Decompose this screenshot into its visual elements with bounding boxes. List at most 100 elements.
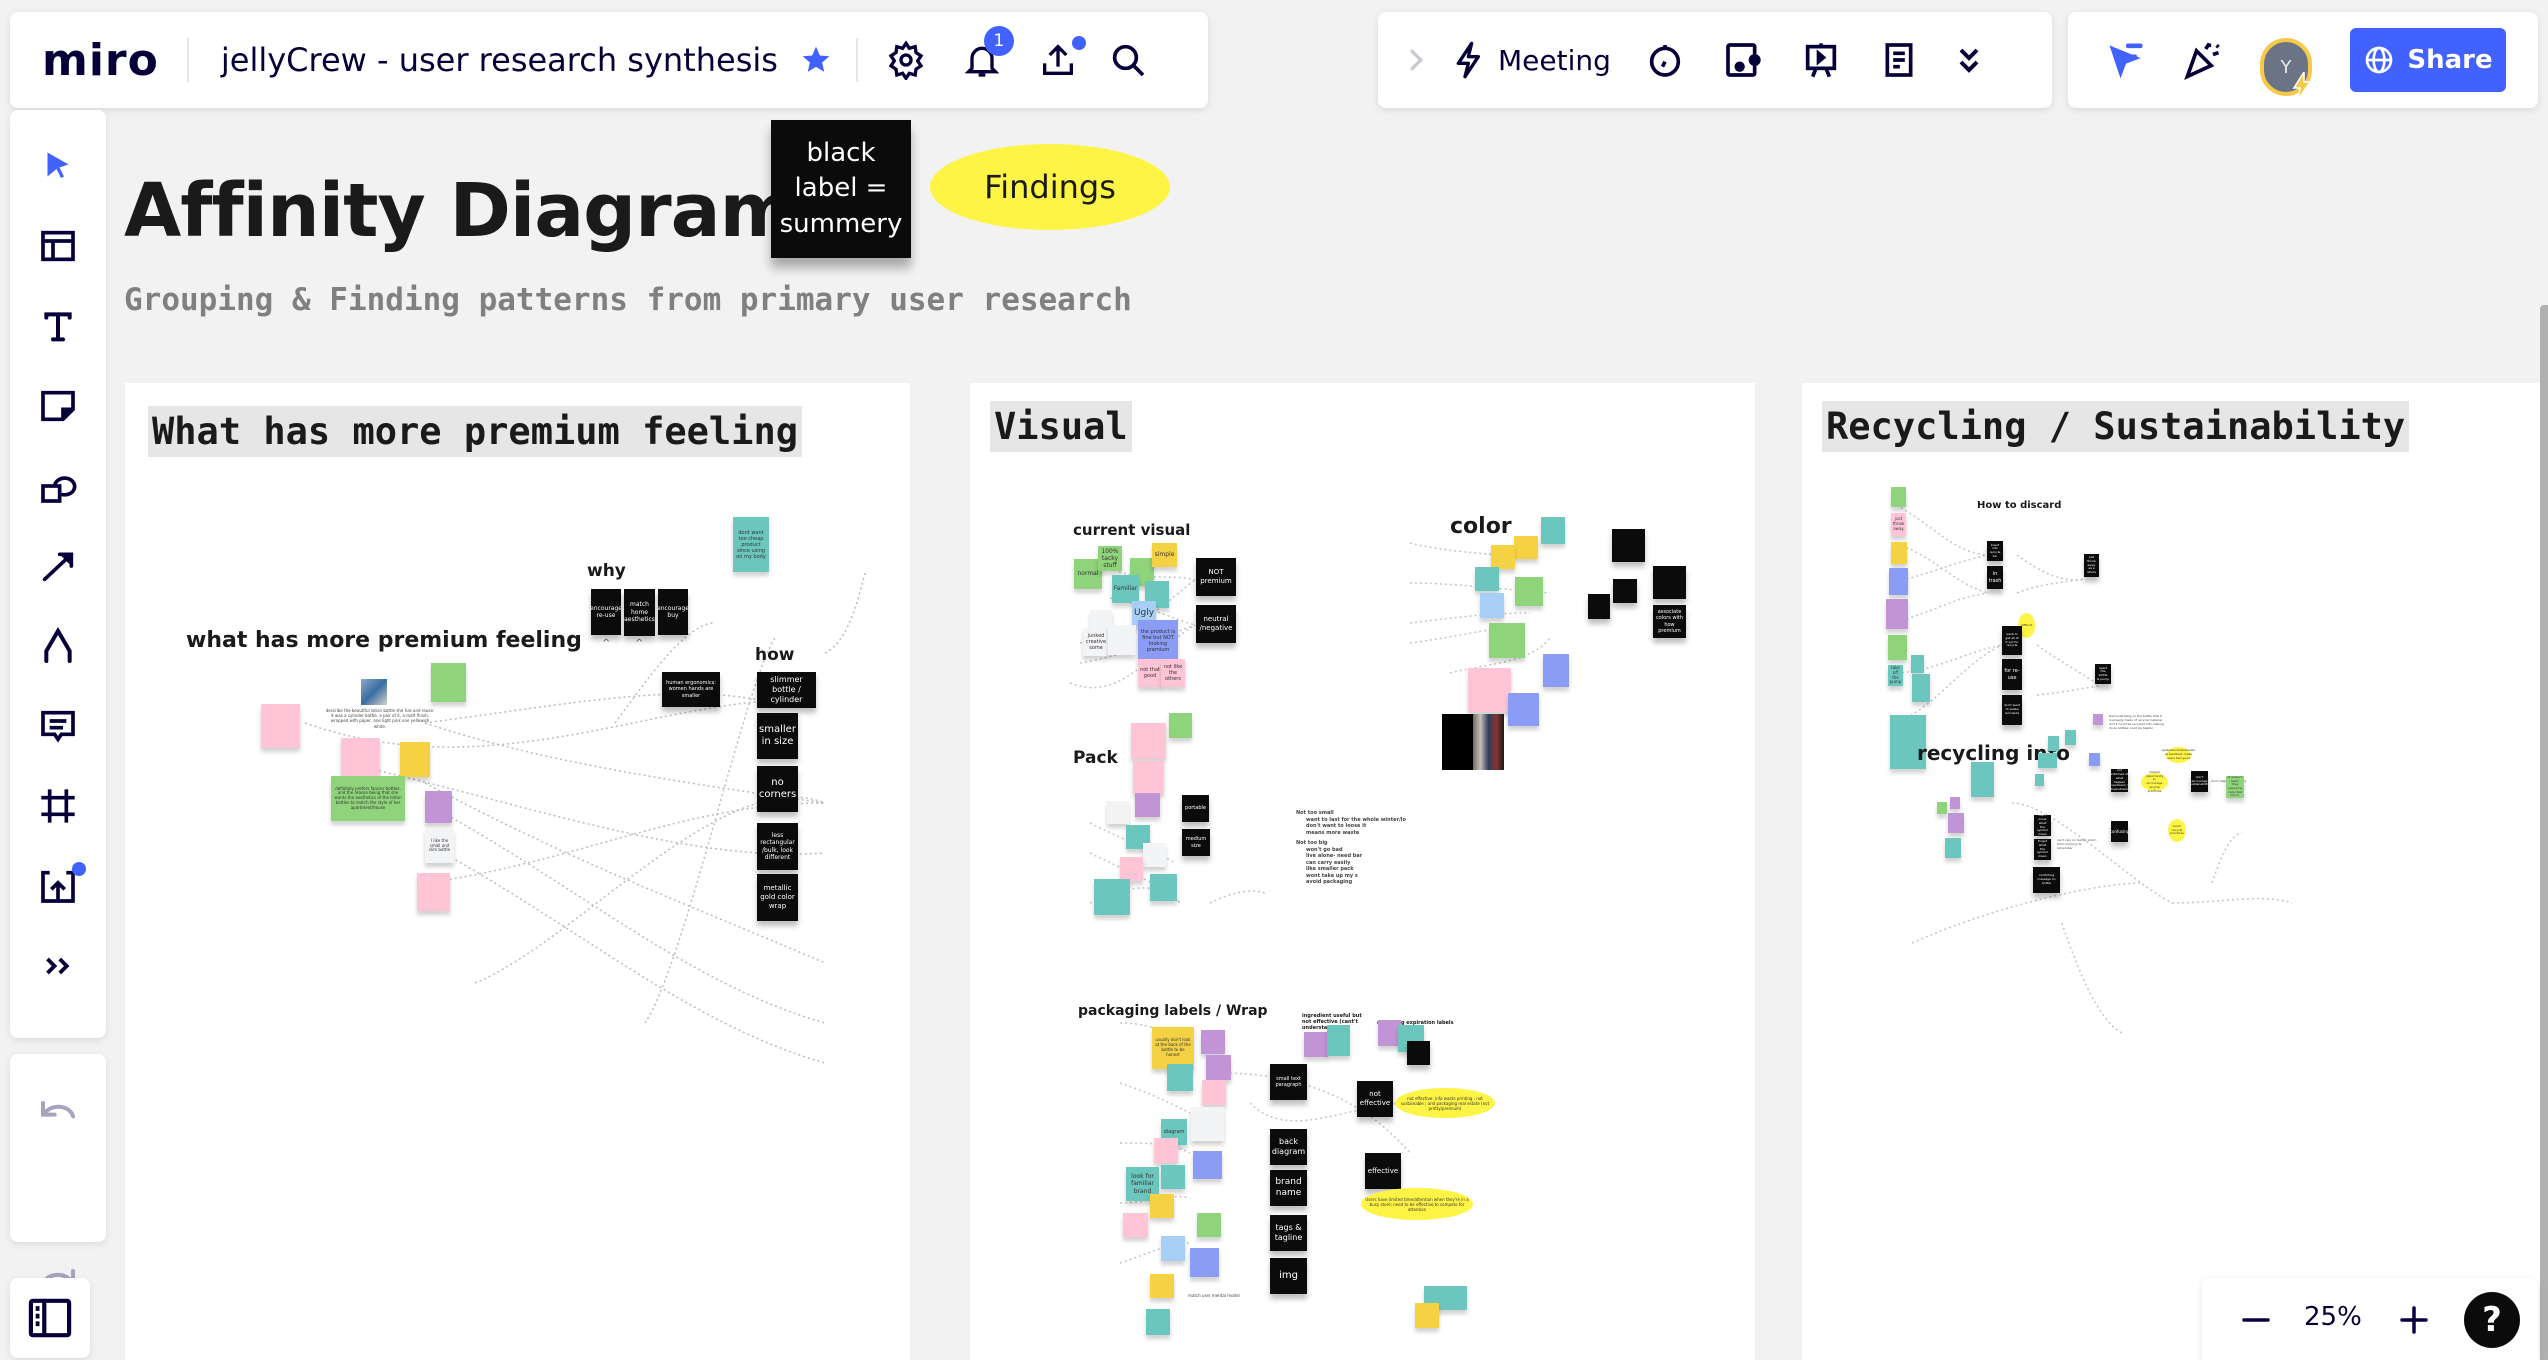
- finding-ellipse[interactable]: upstream/downstream as feedback make use…: [2162, 747, 2195, 763]
- sticky-note[interactable]: the product is fine but NOT looking prem…: [1138, 620, 1178, 662]
- summary-label[interactable]: insert into recycle bin: [1987, 541, 2003, 561]
- summary-label[interactable]: small text paragraph: [1270, 1064, 1307, 1100]
- sticky-note[interactable]: [1193, 1151, 1222, 1179]
- finding-ellipse[interactable]: not effective: info waste printing ; not…: [1395, 1088, 1495, 1118]
- sticky-note[interactable]: I like the small and slim bottle: [425, 829, 454, 863]
- sticky-note[interactable]: [1191, 1107, 1224, 1141]
- sticky-note[interactable]: [1131, 723, 1166, 759]
- sticky-note[interactable]: [1201, 1030, 1225, 1054]
- chevrons-down-icon[interactable]: [1957, 44, 1981, 76]
- sticky-note[interactable]: [2093, 714, 2103, 725]
- sticky-note[interactable]: [1169, 713, 1192, 738]
- sticky-note[interactable]: [2035, 774, 2044, 786]
- summary-label[interactable]: encourage buy: [658, 589, 688, 635]
- summary-label[interactable]: [1613, 579, 1637, 603]
- summary-label[interactable]: back diagram: [1270, 1129, 1307, 1165]
- tool-upload[interactable]: [10, 846, 106, 926]
- summary-label[interactable]: slimmer bottle / cylinder: [757, 672, 816, 708]
- sticky-note[interactable]: [1475, 567, 1499, 591]
- summary-label[interactable]: conflicting message on bottle: [2033, 867, 2060, 893]
- zoom-level[interactable]: 25%: [2304, 1302, 2362, 1332]
- sticky-note[interactable]: [1491, 545, 1515, 569]
- video-icon[interactable]: [1723, 39, 1763, 81]
- sticky-note[interactable]: [1133, 761, 1164, 794]
- frame-recycling[interactable]: Recycling / Sustainability How to discar…: [1802, 383, 2548, 1360]
- sticky-note[interactable]: [1190, 1248, 1219, 1277]
- summary-label[interactable]: no corners: [757, 766, 798, 812]
- sticky-note[interactable]: [1971, 762, 1994, 797]
- bell-icon[interactable]: 1: [962, 26, 1014, 80]
- sticky-note[interactable]: [1161, 1236, 1185, 1261]
- sticky-note[interactable]: [1937, 802, 1947, 814]
- zoom-in-button[interactable]: [2394, 1300, 2434, 1340]
- sticky-note[interactable]: take off the pump: [1888, 665, 1903, 686]
- summary-label[interactable]: portable: [1182, 795, 1209, 822]
- sticky-note[interactable]: [1945, 838, 1961, 858]
- help-button[interactable]: ?: [2464, 1292, 2520, 1348]
- sticky-note[interactable]: [1514, 536, 1538, 559]
- meeting-button[interactable]: Meeting: [1450, 38, 1611, 82]
- summary-label[interactable]: [1588, 594, 1610, 619]
- summary-label[interactable]: not effective: [1357, 1081, 1393, 1117]
- sticky-note[interactable]: [1543, 654, 1569, 687]
- search-icon[interactable]: [1108, 40, 1148, 80]
- vertical-scrollbar[interactable]: [2540, 305, 2548, 1360]
- share-button[interactable]: Share: [2350, 28, 2506, 92]
- presentation-icon[interactable]: [1801, 39, 1841, 81]
- tool-comment[interactable]: [10, 686, 106, 766]
- sticky-note[interactable]: [1202, 1080, 1226, 1105]
- sticky-note[interactable]: [1197, 1213, 1221, 1237]
- sticky-note[interactable]: [2065, 730, 2076, 745]
- sticky-note[interactable]: [1891, 487, 1906, 507]
- sticky-note[interactable]: [1889, 568, 1908, 595]
- summary-label[interactable]: want to get all of it out for recycle: [2002, 626, 2022, 655]
- tool-text[interactable]: [10, 286, 106, 366]
- sticky-note[interactable]: Familiar: [1112, 575, 1139, 603]
- sticky-note[interactable]: [417, 873, 450, 911]
- gear-icon[interactable]: [886, 40, 926, 80]
- summary-label[interactable]: apart the bottle & pump: [2095, 664, 2111, 684]
- sticky-note[interactable]: [2038, 753, 2057, 768]
- sticky-note[interactable]: [1146, 1309, 1170, 1335]
- summary-label[interactable]: not informed of what happen upstream / d…: [2111, 769, 2128, 792]
- sticky-note[interactable]: [1415, 1303, 1439, 1328]
- finding-ellipse[interactable]: missed opportunity to encourage recycle …: [2141, 770, 2168, 792]
- summary-label[interactable]: associate colors with how premium: [1653, 605, 1686, 638]
- tool-shapes[interactable]: [10, 446, 106, 526]
- sticky-note[interactable]: usually don't look at the back of the bo…: [1152, 1027, 1194, 1069]
- summary-label[interactable]: smaller in size: [757, 713, 798, 759]
- avatar[interactable]: Y: [2260, 38, 2312, 101]
- summary-label[interactable]: [1653, 566, 1686, 599]
- sticky-note[interactable]: [1094, 879, 1130, 915]
- sticky-note[interactable]: [1167, 1064, 1193, 1091]
- summary-label[interactable]: confusing: [2111, 821, 2128, 842]
- sticky-note[interactable]: [1891, 542, 1907, 564]
- summary-label[interactable]: neutral /negative: [1196, 605, 1236, 643]
- sticky-note[interactable]: dont want too cheap product since using …: [733, 517, 769, 572]
- sticky-note[interactable]: [1480, 593, 1504, 618]
- finding-ellipse[interactable]: Users have limited time/attention when t…: [1361, 1188, 1473, 1220]
- summary-label[interactable]: for re-use: [2002, 659, 2022, 690]
- tool-frame[interactable]: [10, 766, 106, 846]
- sticky-note[interactable]: just throw away: [1891, 513, 1906, 536]
- summary-label[interactable]: less rectangular /bulk, look different: [757, 823, 798, 870]
- summary-label[interactable]: metallic gold color wrap: [757, 874, 798, 921]
- frame-visual[interactable]: Visual current visual normal 100% tacky …: [970, 383, 1755, 1360]
- summary-label[interactable]: just throw away as a whole: [2084, 554, 2099, 577]
- sticky-note[interactable]: [1150, 874, 1177, 901]
- sticky-note[interactable]: 100% tacky stuff: [1098, 546, 1122, 571]
- zoom-out-button[interactable]: [2236, 1300, 2276, 1340]
- undo-button[interactable]: [10, 1068, 106, 1148]
- summary-label[interactable]: medium size: [1182, 829, 1210, 856]
- sticky-note[interactable]: [2089, 753, 2100, 766]
- summary-label[interactable]: encourage re-use: [591, 589, 621, 635]
- sticky-note[interactable]: [261, 704, 300, 748]
- sticky-note[interactable]: simple: [1152, 543, 1177, 567]
- sticky-note[interactable]: It doesn't seem they (user/me) care that…: [2226, 776, 2244, 798]
- legend-findings-ellipse[interactable]: Findings: [930, 144, 1170, 230]
- sticky-note[interactable]: [1135, 793, 1160, 817]
- sticky-note[interactable]: [1886, 599, 1908, 629]
- tool-templates[interactable]: [10, 206, 106, 286]
- sticky-note[interactable]: [425, 791, 452, 823]
- sticky-note[interactable]: not like the others: [1161, 659, 1185, 687]
